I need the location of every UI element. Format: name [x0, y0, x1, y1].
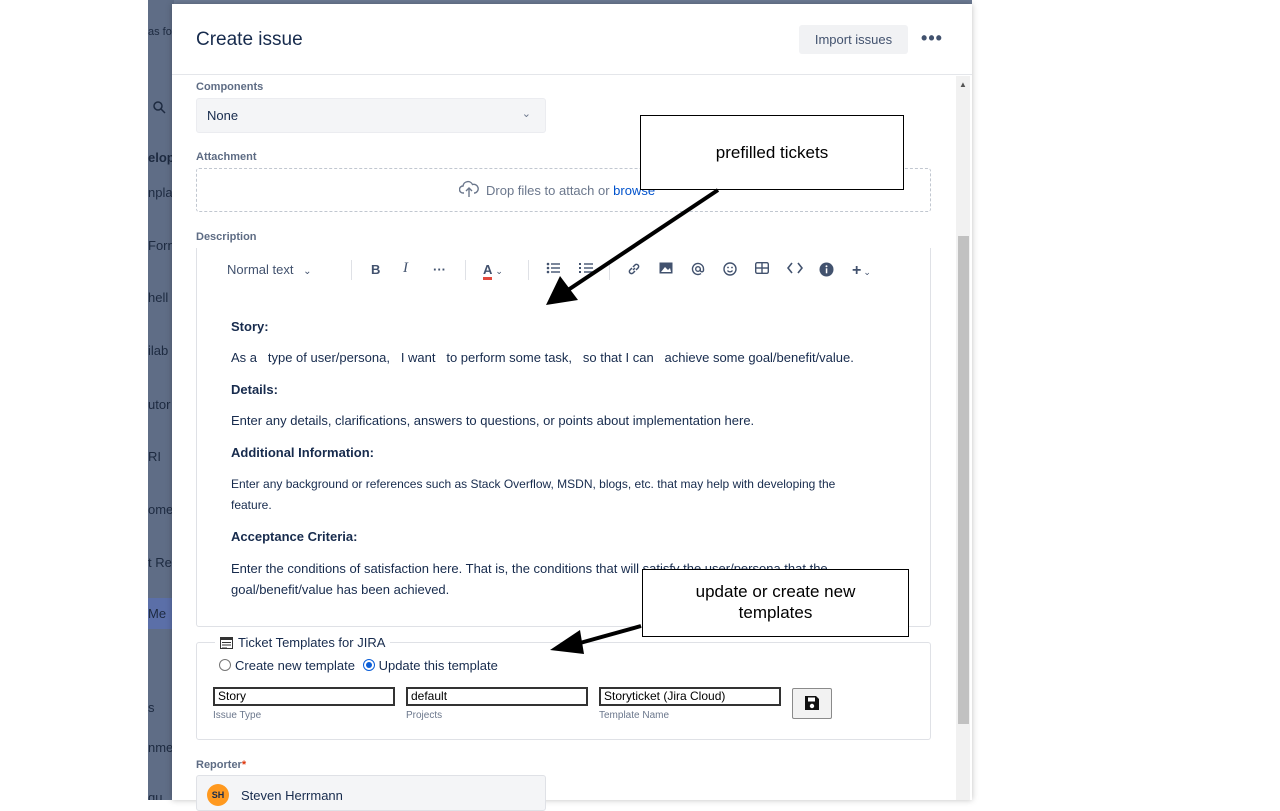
create-template-option[interactable]: Create new template — [219, 658, 355, 673]
chevron-down-icon: ⌄ — [495, 266, 503, 276]
template-mode-radios: Create new template Update this template — [219, 658, 498, 673]
mention-icon[interactable] — [691, 262, 705, 279]
callout-update-templates-text: update or create new templates — [663, 581, 888, 623]
bg-sidebar-item: t Re — [148, 555, 172, 570]
paragraph-story: As a type of user/persona, I want to per… — [231, 347, 854, 368]
insert-more-button[interactable]: +⌄ — [852, 262, 871, 280]
plus-icon: + — [852, 262, 861, 279]
ticket-templates-panel: Ticket Templates for JIRA Create new tem… — [196, 642, 931, 740]
attachment-text: Drop files to attach or — [486, 183, 613, 198]
editor-toolbar: Normal text ⌄ B I ··· A⌄ — [197, 248, 930, 292]
import-issues-button[interactable]: Import issues — [799, 25, 908, 54]
italic-button[interactable]: I — [403, 260, 408, 277]
callout-prefilled-tickets-text: prefilled tickets — [641, 143, 903, 163]
chevron-down-icon: ⌄ — [303, 266, 311, 277]
toolbar-divider — [528, 260, 529, 280]
issue-type-label: Issue Type — [213, 710, 261, 721]
bg-sidebar-item: qu — [148, 790, 162, 800]
description-label: Description — [196, 231, 257, 243]
chevron-down-icon: ⌄ — [522, 107, 531, 120]
callout-prefilled-tickets: prefilled tickets — [640, 115, 904, 190]
table-icon[interactable] — [755, 262, 769, 277]
ticket-templates-legend: Ticket Templates for JIRA — [215, 635, 390, 650]
bg-sidebar-item: s — [148, 700, 155, 715]
projects-input[interactable]: default — [406, 687, 588, 706]
heading-acceptance-criteria: Acceptance Criteria: — [231, 529, 357, 544]
bg-sidebar-item: utor — [148, 397, 170, 412]
bg-search-icon — [152, 100, 166, 119]
template-icon — [220, 637, 233, 649]
chevron-down-icon: ⌄ — [863, 267, 871, 277]
required-mark: * — [242, 759, 246, 771]
numbered-list-icon[interactable] — [579, 262, 593, 277]
more-formatting-button[interactable]: ··· — [433, 262, 446, 277]
heading-additional-info: Additional Information: — [231, 445, 374, 460]
avatar: SH — [207, 784, 229, 806]
toolbar-divider — [465, 260, 466, 280]
bg-sidebar-item: as fo — [148, 26, 172, 38]
components-value: None — [207, 108, 238, 123]
bg-sidebar-item: hell l — [148, 290, 175, 305]
text-style-label: Normal text — [227, 262, 293, 277]
reporter-name: Steven Herrmann — [241, 788, 343, 803]
emoji-icon[interactable] — [723, 262, 737, 279]
bullet-list-icon[interactable] — [546, 262, 560, 277]
code-icon[interactable] — [787, 262, 803, 277]
issue-type-input[interactable]: Story — [213, 687, 395, 706]
projects-label: Projects — [406, 710, 442, 721]
attachment-label: Attachment — [196, 151, 257, 163]
scrollbar-thumb[interactable] — [958, 236, 969, 724]
text-color-button[interactable]: A⌄ — [483, 262, 503, 277]
components-select[interactable]: None ⌄ — [196, 98, 546, 133]
scroll-up-arrow-icon[interactable]: ▲ — [959, 80, 967, 89]
ticket-templates-title: Ticket Templates for JIRA — [238, 635, 385, 650]
text-style-dropdown[interactable]: Normal text ⌄ — [227, 262, 311, 277]
image-icon[interactable] — [659, 262, 673, 277]
create-template-label: Create new template — [235, 658, 355, 673]
reporter-label-text: Reporter — [196, 759, 242, 771]
components-label: Components — [196, 81, 263, 93]
create-template-radio[interactable] — [219, 659, 231, 671]
reporter-select[interactable]: SH Steven Herrmann — [196, 775, 546, 811]
template-name-input[interactable]: Storyticket (Jira Cloud) — [599, 687, 781, 706]
bg-sidebar-item: elop — [148, 150, 175, 165]
cloud-upload-icon — [459, 180, 479, 200]
bold-button[interactable]: B — [371, 262, 380, 277]
bg-sidebar-item: ilab — [148, 343, 168, 358]
heading-details: Details: — [231, 382, 278, 397]
bg-sidebar-item: nme — [148, 740, 173, 755]
bg-sidebar-item: RI — [148, 449, 161, 464]
update-template-label: Update this template — [379, 658, 498, 673]
reporter-label: Reporter* — [196, 759, 246, 771]
background-sidebar: as fo elop npla Forn hell l ilab utor RI… — [148, 0, 174, 800]
modal-header: Create issue Import issues ••• — [172, 4, 972, 75]
paragraph-details: Enter any details, clarifications, answe… — [231, 410, 754, 431]
text-color-icon: A — [483, 262, 492, 280]
heading-story: Story: — [231, 319, 269, 334]
bg-sidebar-item: Forn — [148, 238, 175, 253]
info-panel-icon[interactable] — [819, 262, 834, 280]
paragraph-additional-info: Enter any background or references such … — [231, 474, 851, 516]
floppy-disk-icon — [804, 695, 820, 716]
bg-sidebar-item-active: Me — [148, 598, 174, 629]
toolbar-divider — [609, 260, 610, 280]
save-template-button[interactable] — [792, 688, 832, 719]
link-icon[interactable] — [627, 262, 641, 279]
more-actions-button[interactable]: ••• — [919, 27, 945, 51]
template-name-label: Template Name — [599, 710, 669, 721]
callout-update-templates: update or create new templates — [642, 569, 909, 637]
toolbar-divider — [351, 260, 352, 280]
modal-title: Create issue — [196, 29, 303, 51]
update-template-option[interactable]: Update this template — [363, 658, 498, 673]
update-template-radio[interactable] — [363, 659, 375, 671]
bg-sidebar-item: npla — [148, 185, 173, 200]
